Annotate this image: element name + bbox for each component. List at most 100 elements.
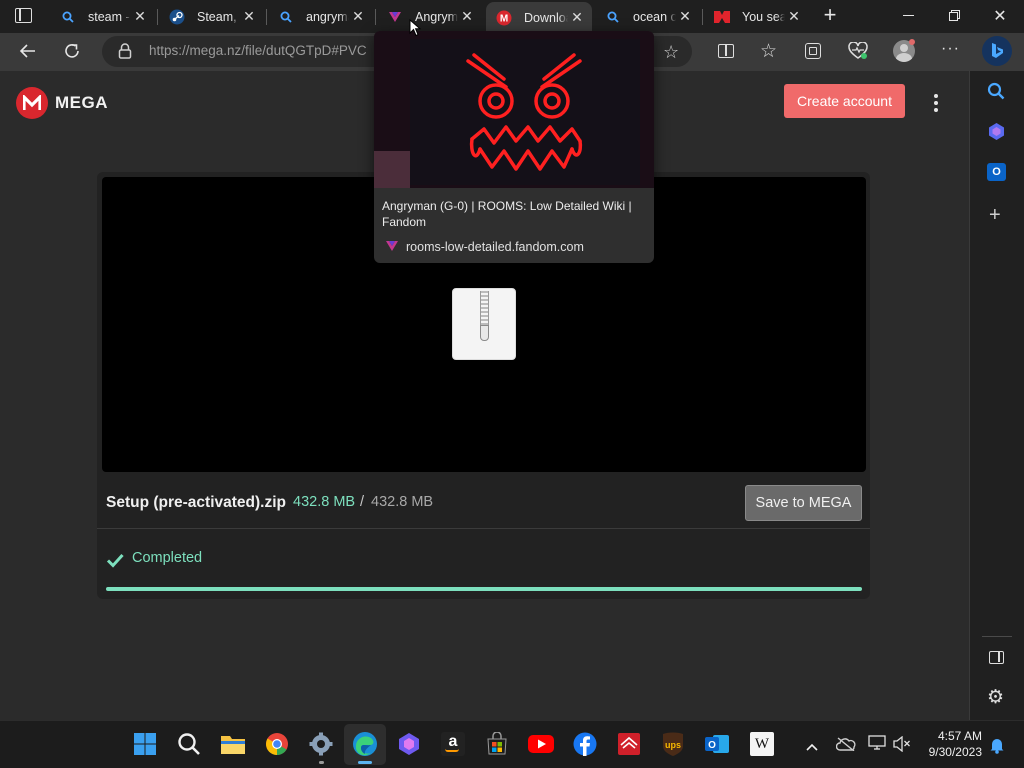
save-to-mega-button[interactable]: Save to MEGA xyxy=(745,485,862,521)
favorite-star-icon[interactable]: ☆ xyxy=(663,42,679,63)
workspaces-icon[interactable] xyxy=(15,8,32,23)
search-icon[interactable] xyxy=(987,82,1005,100)
sidebar-divider xyxy=(982,636,1012,637)
tab-separator xyxy=(702,9,703,25)
tab-steam-search[interactable]: steam - ✕ xyxy=(50,2,155,31)
hover-page-title: Angryman (G-0) | ROOMS: Low Detailed Wik… xyxy=(382,199,632,229)
tab-title: Angryma xyxy=(415,9,458,24)
youtube-icon[interactable] xyxy=(528,731,554,757)
search-icon xyxy=(278,9,294,25)
hover-page-domain: rooms-low-detailed.fandom.com xyxy=(406,240,584,254)
tab-ocean-search[interactable]: ocean o ✕ xyxy=(595,2,700,31)
restore-icon[interactable] xyxy=(949,10,960,21)
browser-essentials-icon[interactable] xyxy=(848,41,868,60)
close-icon[interactable]: ✕ xyxy=(676,8,694,25)
tab-title: angryma xyxy=(306,9,349,24)
ups-icon[interactable]: ups xyxy=(660,731,686,757)
lock-icon[interactable] xyxy=(118,43,132,59)
svg-text:ups: ups xyxy=(665,740,681,750)
back-icon[interactable] xyxy=(18,41,38,61)
close-icon[interactable]: ✕ xyxy=(785,8,803,25)
file-explorer-icon[interactable] xyxy=(220,731,246,757)
checkmark-icon xyxy=(106,552,124,568)
tab-separator xyxy=(375,9,376,25)
onedrive-icon[interactable] xyxy=(835,737,856,752)
mega-icon: M xyxy=(496,10,512,26)
outlook-icon[interactable]: O xyxy=(987,163,1006,181)
tab-title: Steam, T xyxy=(197,9,240,24)
copilot-icon[interactable] xyxy=(396,731,422,757)
fandom-icon xyxy=(384,238,400,254)
close-window-icon[interactable]: ✕ xyxy=(992,6,1008,26)
tab-title: steam - xyxy=(88,9,130,24)
search-icon xyxy=(605,9,621,25)
progress-bar xyxy=(106,587,862,591)
tab-angryman-search[interactable]: angryma ✕ xyxy=(268,2,373,31)
steam-icon xyxy=(169,9,185,25)
network-icon[interactable] xyxy=(868,735,886,751)
close-icon[interactable]: ✕ xyxy=(568,9,586,26)
volume-muted-icon[interactable] xyxy=(893,735,911,753)
close-icon[interactable]: ✕ xyxy=(131,8,149,25)
mouse-cursor xyxy=(409,18,422,37)
copilot-icon[interactable] xyxy=(987,122,1006,141)
favorites-icon[interactable]: ☆ xyxy=(760,40,777,63)
tab-separator xyxy=(157,9,158,25)
size-separator: / xyxy=(360,494,365,510)
clock-time[interactable]: 4:57 AM xyxy=(926,729,982,743)
hide-sidebar-icon[interactable] xyxy=(989,651,1004,664)
kebab-menu-icon[interactable] xyxy=(931,94,943,114)
collections-icon[interactable] xyxy=(805,43,821,59)
progress-fill xyxy=(106,587,862,591)
chrome-icon[interactable] xyxy=(264,731,290,757)
tab-media[interactable]: You sear ✕ xyxy=(704,2,809,31)
create-account-button[interactable]: Create account xyxy=(784,84,905,118)
tab-title: You sear xyxy=(742,9,785,24)
tab-separator xyxy=(266,9,267,25)
close-icon[interactable]: ✕ xyxy=(349,8,367,25)
microsoft-store-icon[interactable] xyxy=(484,731,510,757)
settings-icon[interactable] xyxy=(308,731,334,757)
downloaded-size: 432.8 MB xyxy=(293,494,356,510)
mega-logo[interactable] xyxy=(16,87,48,119)
amazon-icon[interactable]: a xyxy=(440,731,466,757)
angry-face-image xyxy=(466,53,583,171)
svg-text:O: O xyxy=(708,740,716,751)
media-icon xyxy=(714,9,730,25)
tray-overflow-chevron-icon[interactable] xyxy=(806,738,818,751)
more-menu-icon[interactable]: ··· xyxy=(941,40,960,58)
mega-wordmark: MEGA xyxy=(55,93,108,112)
sidebar-settings-icon[interactable]: ⚙ xyxy=(987,688,1004,707)
url-text[interactable]: https://mega.nz/file/dutQGTpD#PVC xyxy=(149,43,367,58)
wikipedia-icon[interactable]: W xyxy=(749,731,775,757)
tab-title: Downloa xyxy=(524,10,568,25)
close-icon[interactable]: ✕ xyxy=(458,8,476,25)
minimize-icon[interactable] xyxy=(903,15,914,16)
total-size: 432.8 MB xyxy=(371,494,434,510)
clock-date[interactable]: 9/30/2023 xyxy=(912,745,982,759)
split-screen-icon[interactable] xyxy=(718,44,734,58)
notification-bell-icon[interactable] xyxy=(989,736,1005,754)
start-icon[interactable] xyxy=(132,731,158,757)
settings-running-indicator xyxy=(319,761,324,764)
copilot-bing-icon[interactable] xyxy=(982,36,1012,66)
tab-mega-download[interactable]: M Downloa ✕ xyxy=(486,2,592,33)
edge-running-indicator xyxy=(358,761,372,764)
svg-text:M: M xyxy=(500,13,508,24)
zip-file-icon xyxy=(452,288,516,360)
close-icon[interactable]: ✕ xyxy=(240,8,258,25)
add-sidebar-app-icon[interactable]: + xyxy=(989,205,1001,225)
status-text: Completed xyxy=(132,550,203,566)
tab-steam[interactable]: Steam, T ✕ xyxy=(159,2,264,31)
taskbar-search-icon[interactable] xyxy=(176,731,202,757)
refresh-icon[interactable] xyxy=(62,41,82,61)
bank-icon[interactable] xyxy=(616,731,642,757)
new-tab-button[interactable]: + xyxy=(819,4,841,28)
tab-angryman-fandom[interactable]: Angryma ✕ xyxy=(377,2,482,31)
edge-icon[interactable] xyxy=(352,731,378,757)
page-thumbnail xyxy=(374,31,654,188)
facebook-icon[interactable] xyxy=(572,731,598,757)
outlook-icon[interactable]: O xyxy=(704,731,730,757)
search-icon xyxy=(60,9,76,25)
fandom-icon xyxy=(387,9,403,25)
